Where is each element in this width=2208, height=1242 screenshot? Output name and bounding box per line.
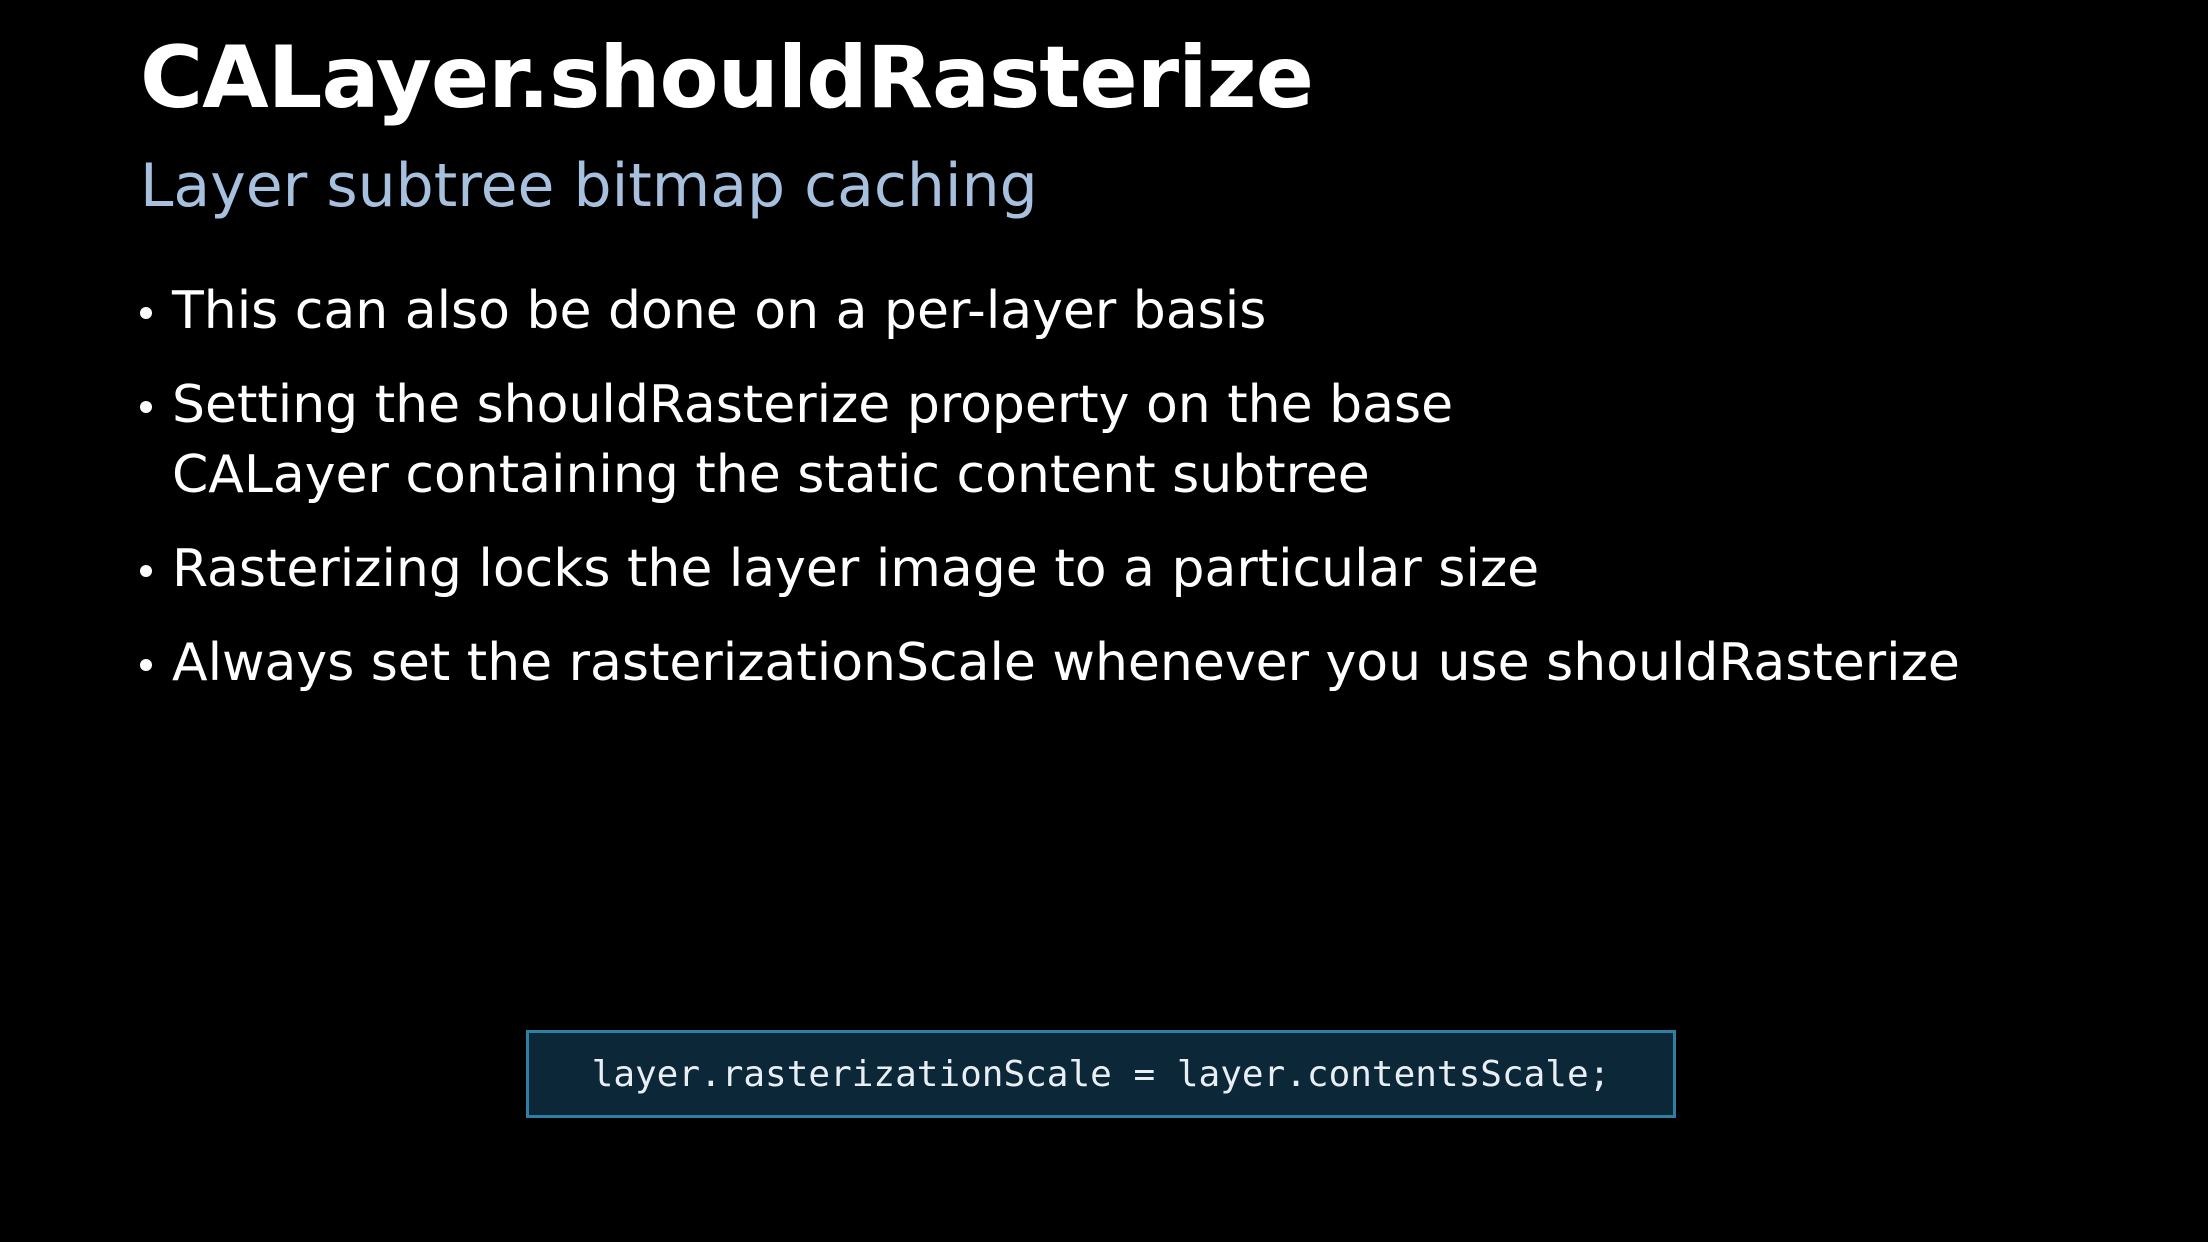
bullet-list: This can also be done on a per-layer bas…	[140, 276, 2140, 722]
bullet-text: Rasterizing locks the layer image to a p…	[172, 539, 1540, 599]
code-snippet-box: layer.rasterizationScale = layer.content…	[526, 1030, 1676, 1118]
bullet-text-continued: CALayer containing the static content su…	[172, 445, 1370, 505]
bullet-icon	[140, 307, 152, 319]
bullet-text: Setting the shouldRasterize property on …	[172, 375, 1454, 435]
bullet-icon	[140, 401, 152, 413]
bullet-text: Always set the rasterizationScale whenev…	[172, 633, 1960, 693]
slide-subtitle: Layer subtree bitmap caching	[140, 151, 1038, 221]
bullet-item: Always set the rasterizationScale whenev…	[140, 628, 2140, 698]
bullet-item: Setting the shouldRasterize property on …	[140, 370, 2140, 510]
presentation-slide: CALayer.shouldRasterize Layer subtree bi…	[0, 0, 2208, 1242]
slide-title: CALayer.shouldRasterize	[140, 28, 1314, 128]
bullet-text: This can also be done on a per-layer bas…	[172, 281, 1267, 341]
bullet-icon	[140, 565, 152, 577]
bullet-icon	[140, 659, 152, 671]
bullet-item: Rasterizing locks the layer image to a p…	[140, 534, 2140, 604]
bullet-item: This can also be done on a per-layer bas…	[140, 276, 2140, 346]
code-snippet: layer.rasterizationScale = layer.content…	[591, 1053, 1611, 1095]
